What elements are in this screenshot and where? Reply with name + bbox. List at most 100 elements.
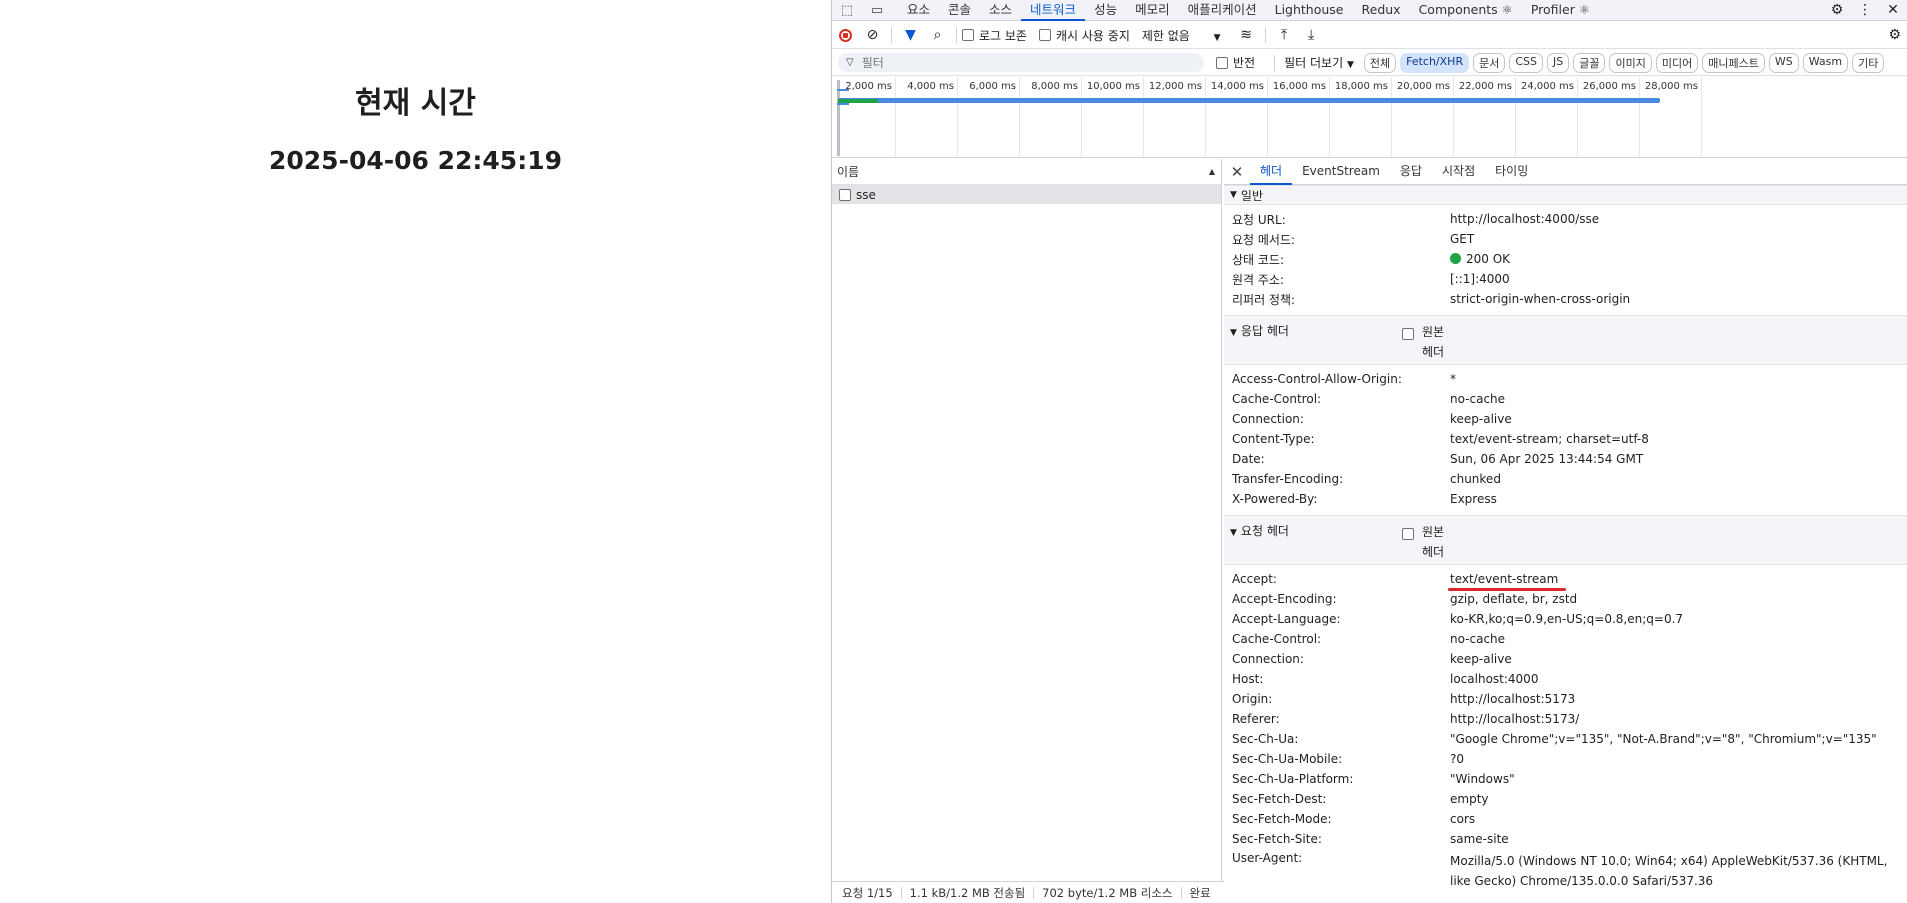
header-value-text: Mozilla/5.0 (Windows NT 10.0; Win64; x64… <box>1450 854 1888 888</box>
invert-checkbox[interactable] <box>1216 56 1228 69</box>
request-row[interactable]: sse <box>832 185 1221 204</box>
raw-headers-checkbox[interactable] <box>1402 328 1414 340</box>
import-har-icon[interactable]: ⤒ <box>1271 27 1298 43</box>
export-har-icon[interactable]: ⤓ <box>1298 27 1325 43</box>
tab-애플리케이션[interactable]: 애플리케이션 <box>1179 0 1266 21</box>
tab-소스[interactable]: 소스 <box>980 0 1021 21</box>
header-row: Accept-Encoding: gzip, deflate, br, zstd <box>1224 589 1907 609</box>
tab-profiler[interactable]: Profiler ⚛ <box>1522 0 1599 21</box>
filter-type-미디어[interactable]: 미디어 <box>1655 52 1699 73</box>
header-value: text/event-stream <box>1448 572 1567 591</box>
more-options-icon[interactable]: ⋮ <box>1851 0 1879 20</box>
header-row: Accept-Language: ko-KR,ko;q=0.9,en-US;q=0… <box>1224 609 1907 629</box>
header-row: Accept: text/event-stream <box>1224 569 1907 591</box>
header-row: Cache-Control: no-cache <box>1224 389 1907 409</box>
header-name: Date: <box>1232 452 1265 466</box>
filter-type-fetch-xhr[interactable]: Fetch/XHR <box>1400 52 1470 73</box>
close-devtools-icon[interactable]: ✕ <box>1879 0 1907 20</box>
filter-type-글꼴[interactable]: 글꼴 <box>1573 52 1606 73</box>
detail-tab-eventstream[interactable]: EventStream <box>1292 159 1390 185</box>
header-row: Sec-Fetch-Mode: cors <box>1224 809 1907 829</box>
header-value-text: no-cache <box>1450 392 1506 406</box>
filter-input-wrapper: ▽ <box>838 53 1204 72</box>
filter-type-기타[interactable]: 기타 <box>1852 52 1885 73</box>
header-name: 요청 메서드: <box>1232 232 1296 247</box>
header-name: Cache-Control: <box>1232 632 1322 646</box>
toolbar-divider <box>1274 54 1276 71</box>
header-value: keep-alive <box>1450 412 1512 426</box>
header-name: Connection: <box>1232 652 1304 666</box>
header-name: Connection: <box>1232 412 1304 426</box>
header-value-text: chunked <box>1450 472 1501 486</box>
general-section-header[interactable]: ▼ 일반 <box>1224 185 1907 205</box>
page-heading: 현재 시간 <box>355 86 476 121</box>
header-value-text: GET <box>1450 232 1475 246</box>
filter-toggle-icon[interactable]: ▼ <box>897 27 924 43</box>
header-name: Accept-Encoding: <box>1232 592 1337 606</box>
inspect-element-icon[interactable]: ⬚ <box>832 3 862 18</box>
tab-성능[interactable]: 성능 <box>1085 0 1126 21</box>
header-name: X-Powered-By: <box>1232 492 1318 506</box>
request-headers-section-header[interactable]: ▼ 요청 헤더 원본 헤더 <box>1224 515 1907 565</box>
header-value-text: http://localhost:5173 <box>1450 692 1576 706</box>
network-settings-icon[interactable]: ⚙ <box>1888 27 1901 43</box>
timeline-overview[interactable]: 2,000 ms 4,000 ms 6,000 ms 8,000 ms 10,000 m… <box>832 77 1907 158</box>
more-filters-button[interactable]: 필터 더보기 ▼ <box>1284 54 1354 71</box>
finish-time: 완료 <box>1189 885 1211 900</box>
name-column-label: 이름 <box>837 165 860 179</box>
header-value: text/event-stream; charset=utf-8 <box>1450 432 1649 446</box>
preserve-log-checkbox[interactable] <box>962 29 974 41</box>
header-name: Sec-Ch-Ua: <box>1232 732 1299 746</box>
filter-type-전체[interactable]: 전체 <box>1363 52 1397 73</box>
tab-요소[interactable]: 요소 <box>898 0 939 21</box>
header-row: Transfer-Encoding: chunked <box>1224 469 1907 489</box>
request-bar <box>838 98 1660 103</box>
name-column-header[interactable]: 이름 ▲ <box>832 159 1221 185</box>
invert-label: 반전 <box>1233 56 1256 70</box>
filter-type-js[interactable]: JS <box>1547 52 1570 73</box>
tab-lighthouse[interactable]: Lighthouse <box>1266 0 1353 21</box>
raw-headers-checkbox[interactable] <box>1402 528 1414 540</box>
header-name: Sec-Fetch-Mode: <box>1232 812 1332 826</box>
filter-input[interactable] <box>861 55 1162 70</box>
device-toolbar-icon[interactable]: ▭ <box>862 3 892 18</box>
filter-type-매니페스트[interactable]: 매니페스트 <box>1702 52 1765 73</box>
tab-components[interactable]: Components ⚛ <box>1410 0 1522 21</box>
header-row: 상태 코드: 200 OK <box>1224 249 1907 269</box>
header-name: Transfer-Encoding: <box>1232 472 1344 486</box>
tab-메모리[interactable]: 메모리 <box>1126 0 1179 21</box>
request-marker <box>837 89 849 105</box>
header-row: Date: Sun, 06 Apr 2025 13:44:54 GMT <box>1224 449 1907 469</box>
clear-button[interactable]: ⊘ <box>859 27 886 43</box>
header-value-text: same-site <box>1450 832 1509 846</box>
network-conditions-icon[interactable]: ≋ <box>1233 27 1260 43</box>
record-button[interactable] <box>832 27 859 43</box>
detail-tab-헤더[interactable]: 헤더 <box>1250 159 1293 185</box>
disable-cache-checkbox[interactable] <box>1038 29 1051 41</box>
header-name: Accept: <box>1232 572 1277 586</box>
filter-type-문서[interactable]: 문서 <box>1473 52 1506 73</box>
timeline-tick-label: 20,000 ms <box>1396 81 1450 92</box>
header-row: 리퍼러 정책: strict-origin-when-cross-origin <box>1224 289 1907 309</box>
header-value: * <box>1450 372 1456 386</box>
tab-네트워크[interactable]: 네트워크 <box>1021 0 1086 21</box>
response-headers-section-header[interactable]: ▼ 응답 헤더 원본 헤더 <box>1224 315 1907 365</box>
request-name: sse <box>856 187 876 202</box>
throttle-select[interactable]: 제한 없음 ▼ <box>1142 27 1221 44</box>
timeline-tick-label: 10,000 ms <box>1086 81 1140 92</box>
detail-tab-타이밍[interactable]: 타이밍 <box>1485 159 1538 185</box>
filter-type-wasm[interactable]: Wasm <box>1802 52 1849 73</box>
tab-콘솔[interactable]: 콘솔 <box>939 0 980 21</box>
detail-tab-시작점[interactable]: 시작점 <box>1432 159 1485 185</box>
close-details-icon[interactable]: ✕ <box>1224 163 1250 181</box>
settings-icon[interactable]: ⚙ <box>1823 0 1851 20</box>
filter-type-이미지[interactable]: 이미지 <box>1609 52 1652 73</box>
request-list: 이름 ▲ sse <box>832 159 1222 881</box>
filter-type-ws[interactable]: WS <box>1768 52 1799 73</box>
search-icon[interactable]: ⌕ <box>924 27 951 43</box>
tab-redux[interactable]: Redux <box>1353 0 1410 21</box>
response-headers-title: 응답 헤더 <box>1240 324 1289 338</box>
detail-tab-응답[interactable]: 응답 <box>1390 159 1432 185</box>
filter-type-css[interactable]: CSS <box>1509 52 1543 73</box>
header-row: X-Powered-By: Express <box>1224 489 1907 509</box>
